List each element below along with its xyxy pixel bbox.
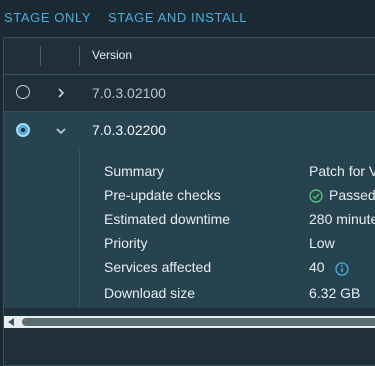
chevron-down-icon[interactable]: [55, 125, 67, 137]
check-circle-icon: [309, 189, 323, 203]
detail-label-pre-update-checks: Pre-update checks: [104, 187, 221, 203]
detail-value-download-size: 6.32 GB: [309, 285, 361, 301]
table-row-expanded[interactable]: 7.0.3.02200 Summary Patch for V Pre-upda…: [4, 112, 375, 308]
scrollbar-thumb[interactable]: [22, 318, 375, 326]
version-cell: 7.0.3.02200: [92, 122, 166, 138]
chevron-right-icon[interactable]: [55, 87, 67, 99]
detail-label-summary: Summary: [104, 163, 164, 179]
detail-divider: [79, 150, 80, 306]
detail-value-pre-update-checks: Passed: [329, 187, 375, 203]
info-icon[interactable]: [335, 262, 349, 276]
detail-value-summary: Patch for V: [309, 163, 375, 179]
version-cell: 7.0.3.02100: [92, 85, 166, 101]
table-row[interactable]: 7.0.3.02100: [4, 75, 375, 112]
row-select-radio[interactable]: [16, 123, 30, 137]
column-separator[interactable]: [40, 46, 41, 66]
detail-value-priority: Low: [309, 235, 335, 251]
detail-label-priority: Priority: [104, 235, 148, 251]
detail-label-download-size: Download size: [104, 285, 196, 301]
column-header-version[interactable]: Version: [92, 48, 132, 62]
detail-label-estimated-downtime: Estimated downtime: [104, 211, 231, 227]
detail-label-services-affected: Services affected: [104, 259, 212, 275]
updates-datagrid: Version 7.0.3.02100 7.0.3.02200 Summary …: [3, 37, 375, 366]
stage-only-button[interactable]: STAGE ONLY: [4, 10, 91, 25]
table-header: Version: [4, 38, 375, 75]
column-separator[interactable]: [79, 46, 80, 66]
scroll-left-arrow-icon[interactable]: [8, 318, 14, 326]
row-select-radio[interactable]: [16, 85, 30, 99]
action-bar: STAGE ONLY STAGE AND INSTALL: [0, 0, 375, 36]
horizontal-scrollbar[interactable]: [4, 316, 375, 328]
detail-value-estimated-downtime: 280 minute: [309, 211, 375, 227]
stage-and-install-button[interactable]: STAGE AND INSTALL: [108, 10, 247, 25]
detail-value-services-affected: 40: [309, 259, 325, 275]
